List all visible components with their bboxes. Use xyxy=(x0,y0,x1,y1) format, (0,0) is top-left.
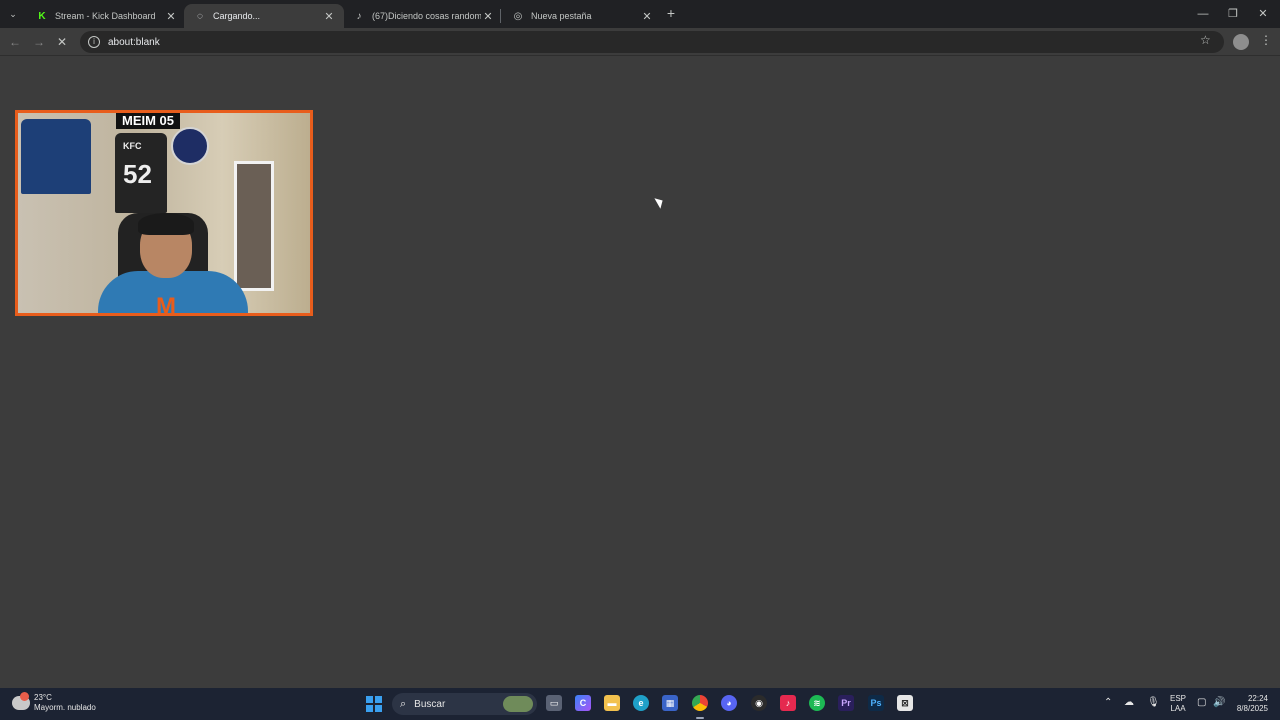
jersey-number: 52 xyxy=(123,159,152,189)
tab-title: Stream - Kick Dashboard xyxy=(55,11,156,21)
black-jersey: KFC 52 xyxy=(115,133,167,213)
new-tab-plus-icon[interactable]: + xyxy=(662,5,680,23)
back-arrow-icon[interactable]: ← xyxy=(6,33,24,51)
kebab-menu-icon[interactable]: ⋮ xyxy=(1260,33,1272,47)
close-icon[interactable]: ✕ xyxy=(481,10,495,23)
tab-loading[interactable]: ◌ Cargando... ✕ xyxy=(184,4,344,28)
sun-icon xyxy=(20,692,29,701)
chevron-up-icon[interactable]: ⌃ xyxy=(1104,697,1112,708)
blue-jersey xyxy=(21,119,91,194)
taskbar: 23°C Mayorm. nublado ⌕ Buscar ▭ C ▬ e ▦ … xyxy=(0,688,1280,720)
stop-loading-icon[interactable]: ✕ xyxy=(53,33,71,51)
address-bar[interactable]: i about:blank xyxy=(80,31,1224,53)
system-clock[interactable]: 22:24 8/8/2025 xyxy=(1232,694,1268,714)
network-icon[interactable]: ▢ xyxy=(1197,697,1206,708)
onedrive-icon[interactable]: ☁ xyxy=(1124,697,1134,708)
restore-icon[interactable]: ❐ xyxy=(1218,4,1248,24)
streamer-hair xyxy=(138,213,194,235)
overlay-title: MEIM 05 xyxy=(116,113,181,129)
tab-separator xyxy=(500,9,501,23)
window-close-icon[interactable]: ✕ xyxy=(1248,4,1278,24)
tab-tiktok[interactable]: ♪ (67)Diciendo cosas random y e ✕ xyxy=(343,4,503,28)
volume-icon[interactable]: 🔊 xyxy=(1213,697,1225,708)
tab-title: Cargando... xyxy=(213,11,261,21)
close-icon[interactable]: ✕ xyxy=(164,10,178,23)
task-view-icon[interactable]: ▭ xyxy=(546,695,562,711)
copilot-icon[interactable]: C xyxy=(575,695,591,711)
weather-desc: Mayorm. nublado xyxy=(34,703,96,712)
bookmark-star-icon[interactable]: ☆ xyxy=(1200,33,1211,47)
edge-icon[interactable]: e xyxy=(633,695,649,711)
microphone-icon[interactable]: 🎙 xyxy=(1147,697,1160,708)
kick-icon: K xyxy=(38,10,46,22)
close-icon[interactable]: ✕ xyxy=(322,10,336,23)
lang-code: ESP xyxy=(1170,694,1187,703)
minimize-icon[interactable]: — xyxy=(1188,4,1218,24)
search-label: Buscar xyxy=(414,698,446,710)
red-bull-sign xyxy=(171,127,209,165)
premiere-pro-icon[interactable]: Pr xyxy=(838,695,854,711)
browser-toolbar: ← → ✕ i about:blank ☆ ⋮ xyxy=(0,28,1280,56)
spotify-icon[interactable]: ≋ xyxy=(809,695,825,711)
info-icon[interactable]: i xyxy=(88,36,100,48)
profile-avatar[interactable] xyxy=(1233,34,1249,50)
tab-title: (67)Diciendo cosas random y e xyxy=(372,11,481,21)
forward-arrow-icon[interactable]: → xyxy=(30,33,48,51)
clock-time: 22:24 xyxy=(1247,694,1268,703)
address-url: about:blank xyxy=(108,36,160,48)
language-indicator[interactable]: ESP LAA xyxy=(1170,694,1186,714)
discord-icon[interactable]: ◕ xyxy=(721,695,737,711)
store-icon[interactable]: ▦ xyxy=(662,695,678,711)
tab-search-chevron-icon[interactable]: ⌄ xyxy=(4,5,22,23)
loading-spinner-icon: ◌ xyxy=(197,10,203,22)
channel-logo-icon: M xyxy=(156,293,176,316)
close-icon[interactable]: ✕ xyxy=(640,10,654,23)
search-highlight-icon xyxy=(503,696,533,712)
capcut-icon[interactable]: ⊠ xyxy=(897,695,913,711)
search-icon: ⌕ xyxy=(400,697,407,710)
weather-temp: 23°C xyxy=(34,693,52,702)
photoshop-icon[interactable]: Ps xyxy=(868,695,884,711)
obs-icon[interactable]: ◉ xyxy=(751,695,767,711)
tiktok-icon: ♪ xyxy=(356,10,362,22)
weather-widget[interactable]: 23°C Mayorm. nublado xyxy=(12,692,96,713)
jersey-brand: KFC xyxy=(123,141,142,151)
tab-bar: ⌄ K Stream - Kick Dashboard ✕ ◌ Cargando… xyxy=(0,0,1280,28)
chrome-icon[interactable] xyxy=(692,695,708,711)
taskbar-search[interactable]: ⌕ Buscar xyxy=(392,693,537,715)
chrome-icon: ◎ xyxy=(513,10,523,22)
file-explorer-icon[interactable]: ▬ xyxy=(604,695,620,711)
tab-new-tab-page[interactable]: ◎ Nueva pestaña ✕ xyxy=(502,4,662,28)
tiktok-live-icon[interactable]: ♪ xyxy=(780,695,796,711)
clock-date: 8/8/2025 xyxy=(1236,704,1268,713)
mouse-cursor-icon xyxy=(654,195,666,209)
windows-start-icon[interactable] xyxy=(366,696,382,712)
lang-layout: LAA xyxy=(1170,704,1186,713)
chrome-active-indicator xyxy=(696,717,704,719)
tab-kick-dashboard[interactable]: K Stream - Kick Dashboard ✕ xyxy=(26,4,186,28)
tab-title: Nueva pestaña xyxy=(531,11,592,21)
stream-preview[interactable]: KFC 52 MEIM 05 M xyxy=(15,110,313,316)
cloud-icon xyxy=(12,692,30,710)
